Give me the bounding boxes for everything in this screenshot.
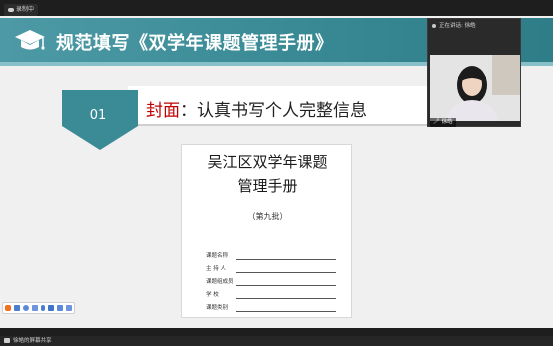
recording-badge[interactable]: 录制中	[4, 4, 39, 16]
camera-feed	[430, 55, 520, 121]
meeting-stage: 录制中 规范填写《双学年课题管理手册》 01 封面：认真书写个人完整信息 吴江区…	[0, 0, 553, 346]
cover-field-category: 课题类别	[206, 303, 336, 313]
field-line	[236, 272, 336, 273]
cover-field-members: 课题组成员	[206, 277, 336, 287]
screen-share-label: 徐皓的屏幕共享	[13, 338, 52, 344]
shirt-icon[interactable]	[57, 305, 63, 311]
graduation-cap-icon	[15, 30, 45, 50]
recording-label: 录制中	[16, 6, 35, 13]
screen-share-icon	[4, 338, 10, 343]
handbook-cover: 吴江区双学年课题 管理手册 （第九批） 课题名称 主 持 人 课题组成员 学 校…	[181, 144, 352, 318]
ime-toolbar	[2, 302, 75, 314]
field-label: 学 校	[206, 292, 219, 298]
punctuation-icon[interactable]	[32, 305, 38, 311]
cloud-icon	[8, 8, 14, 12]
speaking-header: 正在讲话: 徐皓	[428, 19, 520, 33]
cover-field-host: 主 持 人	[206, 264, 336, 274]
mic-icon: 🎤	[433, 119, 440, 125]
cover-batch: （第九批）	[247, 212, 288, 221]
participant-name-tag: 🎤 徐皓	[430, 118, 456, 127]
section-title-highlight: 封面	[146, 101, 180, 121]
field-label: 主 持 人	[206, 266, 226, 272]
speaker-video-tile[interactable]: 正在讲话: 徐皓 🎤 徐皓	[427, 18, 521, 127]
screen-share-statusbar: 徐皓的屏幕共享	[0, 336, 553, 346]
field-line	[236, 311, 336, 312]
field-label: 课题名称	[206, 253, 229, 259]
sogou-s-icon[interactable]	[5, 305, 11, 311]
participant-name: 徐皓	[441, 119, 453, 125]
section-title-text: ：认真书写个人完整信息	[180, 101, 367, 121]
chinese-input-icon[interactable]	[14, 305, 20, 311]
cover-field-topic: 课题名称	[206, 251, 336, 261]
cover-title-line2: 管理手册	[237, 177, 298, 195]
field-line	[236, 285, 336, 286]
section-title: 封面：认真书写个人完整信息	[146, 96, 367, 121]
cover-field-school: 学 校	[206, 290, 336, 300]
field-label: 课题类别	[206, 305, 229, 311]
keyboard-icon[interactable]	[48, 305, 54, 311]
grid-icon[interactable]	[66, 305, 72, 311]
speaking-label: 正在讲话: 徐皓	[439, 23, 476, 29]
mic-icon[interactable]	[41, 305, 45, 311]
cover-title-line1: 吴江区双学年课题	[207, 153, 328, 171]
moon-icon[interactable]	[23, 305, 29, 311]
person-image	[430, 55, 520, 121]
field-line	[236, 298, 336, 299]
section-number: 01	[89, 108, 107, 123]
banner-title: 规范填写《双学年课题管理手册》	[56, 33, 334, 54]
speaker-dot-icon	[432, 23, 436, 28]
field-label: 课题组成员	[206, 279, 234, 285]
field-line	[236, 259, 336, 260]
